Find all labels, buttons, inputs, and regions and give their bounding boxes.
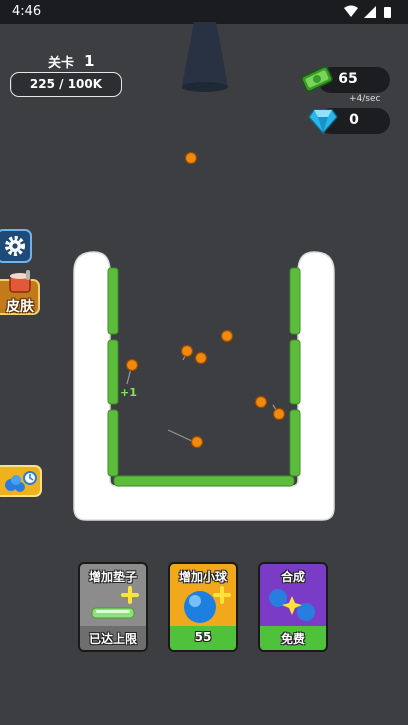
card-footer: 55 [170, 626, 236, 650]
paddle [107, 267, 119, 335]
add-ball-card[interactable]: 增加小球 55 [168, 562, 238, 652]
bottom-paddle [113, 475, 295, 487]
ball [272, 407, 286, 421]
card-footer-text: 已达上限 [88, 632, 137, 646]
paddle [289, 409, 301, 477]
ball [184, 151, 198, 165]
left-paddles [107, 267, 119, 477]
card-footer-text: 免费 [280, 632, 305, 646]
card-footer-text: 55 [194, 630, 212, 644]
card-footer: 已达上限 [80, 626, 146, 650]
paddle [289, 267, 301, 335]
ball [125, 358, 139, 372]
merge-card[interactable]: 合成 免费 [258, 562, 328, 652]
add-paddle-card[interactable]: 增加垫子 已达上限 [78, 562, 148, 652]
ball [220, 329, 234, 343]
merge-balls-icon [269, 589, 315, 621]
paddle [107, 339, 119, 405]
balls [125, 151, 286, 449]
ball [190, 435, 204, 449]
ball [180, 344, 194, 358]
right-paddles [289, 267, 301, 477]
card-title: 合成 [280, 570, 305, 584]
ball-plus-icon [184, 586, 231, 623]
ball [254, 395, 268, 409]
ball [194, 351, 208, 365]
card-footer: 免费 [260, 626, 326, 650]
paddle [107, 409, 119, 477]
bonus-text: +1 [120, 386, 137, 399]
card-title: 增加小球 [178, 570, 227, 584]
card-title: 增加垫子 [88, 570, 137, 584]
paddle-plus-icon [91, 586, 139, 619]
paddle [289, 339, 301, 405]
ball-trails [126, 351, 279, 443]
